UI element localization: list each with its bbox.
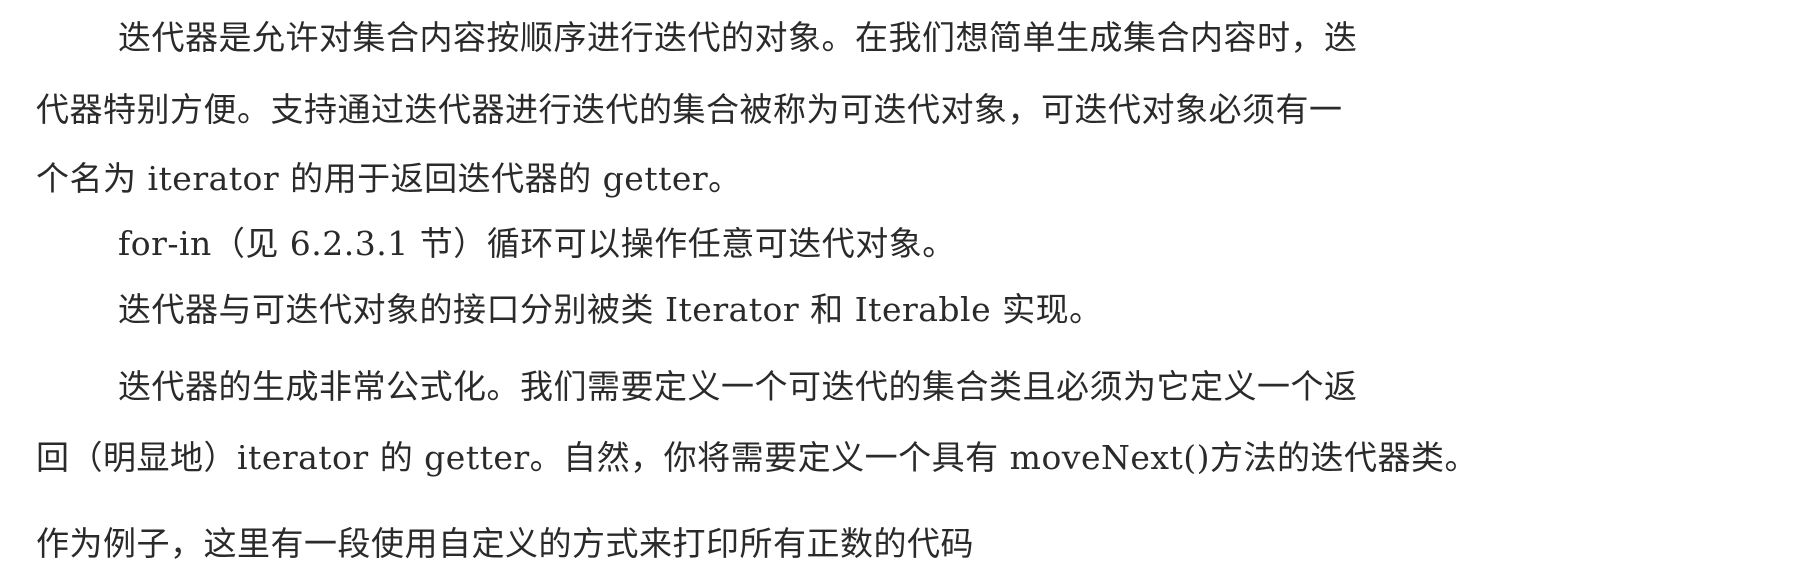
paragraph-1-line-2: 代器特别方便。支持通过迭代器进行迭代的集合被称为可迭代对象，可迭代对象必须有一 (36, 90, 1343, 129)
paragraph-1-line-3: 个名为 iterator 的用于返回迭代器的 getter。 (36, 159, 742, 198)
paragraph-4-line-2: 回（明显地）iterator 的 getter。自然，你将需要定义一个具有 mo… (36, 438, 1479, 477)
paragraph-2-line-1: for-in（见 6.2.3.1 节）循环可以操作任意可迭代对象。 (118, 224, 956, 263)
paragraph-4-line-3: 作为例子，这里有一段使用自定义的方式来打印所有正数的代码 (36, 524, 974, 563)
document-page: 迭代器是允许对集合内容按顺序进行迭代的对象。在我们想简单生成集合内容时，迭 代器… (0, 0, 1802, 563)
paragraph-1-line-1: 迭代器是允许对集合内容按顺序进行迭代的对象。在我们想简单生成集合内容时，迭 (118, 18, 1358, 57)
paragraph-3-line-1: 迭代器与可迭代对象的接口分别被类 Iterator 和 Iterable 实现。 (118, 290, 1103, 329)
paragraph-4-line-1: 迭代器的生成非常公式化。我们需要定义一个可迭代的集合类且必须为它定义一个返 (118, 367, 1358, 406)
